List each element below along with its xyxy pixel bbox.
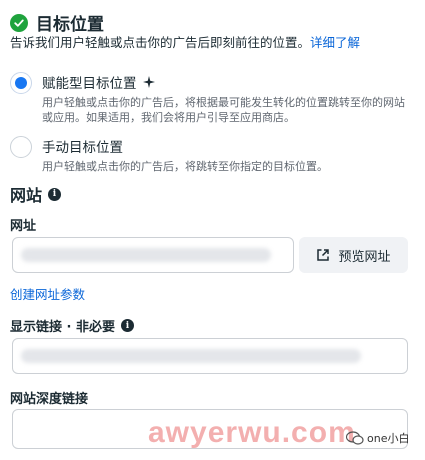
blurred-value (21, 349, 361, 363)
external-link-icon (317, 249, 330, 261)
wechat-icon (346, 431, 364, 445)
option-title: 赋能型目标位置 (42, 72, 414, 92)
radio-manual[interactable] (10, 136, 32, 158)
url-input[interactable] (12, 237, 294, 273)
section-description: 告诉我们用户轻触或点击你的广告后即刻前往的位置。详细了解 (10, 32, 360, 51)
website-section-title: 网站 i (10, 182, 62, 206)
watermark-brand: one小白 (346, 430, 409, 446)
info-icon[interactable]: i (48, 187, 62, 201)
radio-selected-dot (15, 77, 27, 89)
url-label: 网址 (10, 219, 37, 234)
option-title-text: 手动目标位置 (42, 140, 123, 156)
learn-more-link[interactable]: 详细了解 (310, 35, 360, 50)
sparkle-icon (142, 76, 155, 88)
option-advantage-destination[interactable]: 赋能型目标位置 用户轻触或点击你的广告后，将根据最可能发生转化的位置跳转至你的网… (10, 72, 414, 125)
section-title-text: 网站 (10, 186, 43, 205)
option-description: 用户轻触或点击你的广告后，将跳转至你指定的目标位置。 (42, 160, 328, 173)
preview-url-button[interactable]: 预览网址 (299, 237, 408, 273)
option-title: 手动目标位置 (42, 136, 414, 156)
watermark-brand-text: one小白 (367, 432, 410, 445)
radio-advantage[interactable] (10, 72, 32, 94)
preview-url-label: 预览网址 (338, 249, 391, 265)
info-icon[interactable]: i (121, 319, 134, 332)
option-manual-destination[interactable]: 手动目标位置 用户轻触或点击你的广告后，将跳转至你指定的目标位置。 (10, 136, 414, 174)
check-circle-icon (10, 13, 28, 32)
option-description: 用户轻触或点击你的广告后，将根据最可能发生转化的位置跳转至你的网站或应用。如果适… (42, 96, 405, 124)
deep-link-label: 网站深度链接 (10, 392, 89, 407)
blurred-value (21, 248, 271, 262)
description-text: 告诉我们用户轻触或点击你的广告后即刻前往的位置。 (10, 35, 311, 50)
display-link-label-text: 显示链接 · 非必要 (10, 320, 115, 335)
display-link-input[interactable] (12, 338, 408, 374)
watermark: awyerwu.com (148, 416, 356, 449)
option-title-text: 赋能型目标位置 (42, 76, 137, 92)
display-link-label: 显示链接 · 非必要 i (10, 316, 134, 335)
create-url-params-link[interactable]: 创建网址参数 (10, 284, 85, 303)
